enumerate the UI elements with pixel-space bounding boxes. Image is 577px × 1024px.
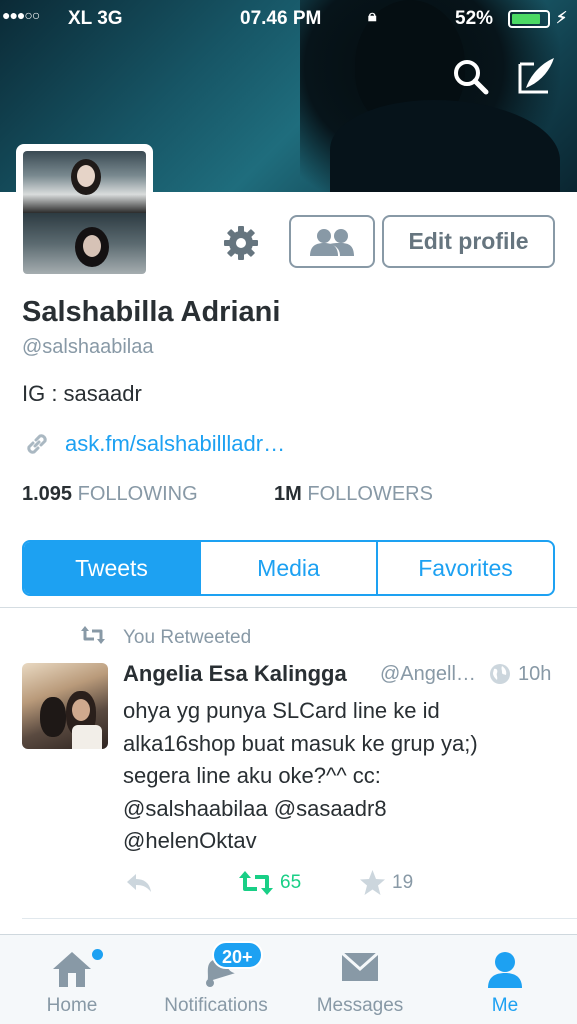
signal-strength: ●●●○○ [2, 7, 40, 23]
favorite-button[interactable] [359, 869, 386, 896]
profile-bio: IG : sasaadr [22, 381, 142, 406]
profile-handle: @salshaabilaa [22, 336, 154, 358]
reply-button[interactable] [124, 871, 154, 895]
battery-icon [508, 10, 550, 28]
retweet-count: 65 [280, 872, 302, 893]
tweet-timestamp: 10h [518, 663, 552, 685]
divider [22, 918, 577, 919]
retweet-button[interactable] [238, 870, 274, 896]
tabbar-messages-label: Messages [316, 995, 404, 1016]
followers-label: FOLLOWERS [307, 483, 433, 505]
retweet-indicator-icon [81, 626, 105, 644]
people-icon [310, 228, 354, 256]
compose-icon [518, 58, 554, 94]
avatar [23, 151, 146, 274]
home-new-indicator [92, 949, 103, 960]
reply-icon [127, 874, 151, 892]
following-stat[interactable]: 1.095 FOLLOWING [22, 483, 198, 506]
lists-button[interactable] [289, 215, 375, 268]
tab-tweets[interactable]: Tweets [24, 542, 199, 594]
charging-icon: ⚡︎ [556, 10, 568, 27]
search-icon [454, 60, 489, 95]
tabbar-home[interactable]: Home [22, 935, 122, 1024]
gear-icon [224, 226, 258, 260]
settings-button[interactable] [222, 224, 260, 262]
followers-stat[interactable]: 1M FOLLOWERS [274, 483, 433, 506]
tabbar-notifications[interactable]: 20+ Notifications [154, 935, 278, 1024]
tabbar-me[interactable]: Me [455, 935, 555, 1024]
status-time: 07.46 PM [240, 8, 322, 29]
search-button[interactable] [452, 58, 490, 96]
carrier-label: XL 3G [68, 8, 123, 29]
retweet-icon [239, 871, 273, 895]
profile-avatar[interactable] [16, 144, 153, 281]
bottom-tab-bar: Home 20+ Notifications Messages Me [0, 934, 577, 1024]
tweet-author-avatar[interactable] [22, 663, 108, 749]
tab-favorites[interactable]: Favorites [376, 542, 553, 594]
favorite-count: 19 [392, 872, 414, 893]
home-icon [53, 952, 91, 987]
rotation-lock-icon: 🔒︎ [368, 8, 377, 25]
retweeted-label: You Retweeted [123, 627, 252, 648]
tweet-text: ohya yg punya SLCard line ke id alka16sh… [123, 698, 478, 853]
tabbar-home-label: Home [46, 995, 98, 1016]
following-label: FOLLOWING [77, 483, 198, 505]
tabbar-messages[interactable]: Messages [308, 935, 412, 1024]
tab-media[interactable]: Media [199, 542, 376, 594]
followers-count: 1M [274, 483, 302, 505]
divider [0, 607, 577, 608]
notifications-badge: 20+ [212, 941, 263, 969]
edit-profile-button[interactable]: Edit profile [382, 215, 555, 268]
tweet-author-name[interactable]: Angelia Esa Kalingga [123, 661, 347, 687]
status-bar: ●●●○○ XL 3G 07.46 PM 🔒︎ 52% ⚡︎ [0, 0, 577, 38]
user-icon [488, 952, 522, 988]
following-count: 1.095 [22, 483, 73, 505]
envelope-icon [341, 951, 379, 981]
compose-tweet-button[interactable] [516, 56, 556, 96]
tabbar-notifications-label: Notifications [164, 995, 268, 1016]
profile-link[interactable]: ask.fm/salshabillladr… [65, 431, 285, 457]
link-icon [27, 434, 47, 454]
globe-icon [490, 664, 510, 684]
tabbar-me-label: Me [491, 995, 519, 1016]
profile-tabs: Tweets Media Favorites [22, 540, 555, 596]
battery-percent: 52% [455, 8, 494, 29]
tweet-author-handle[interactable]: @Angell… [380, 663, 476, 686]
star-icon [360, 870, 385, 895]
profile-name: Salshabilla Adriani [22, 296, 281, 328]
